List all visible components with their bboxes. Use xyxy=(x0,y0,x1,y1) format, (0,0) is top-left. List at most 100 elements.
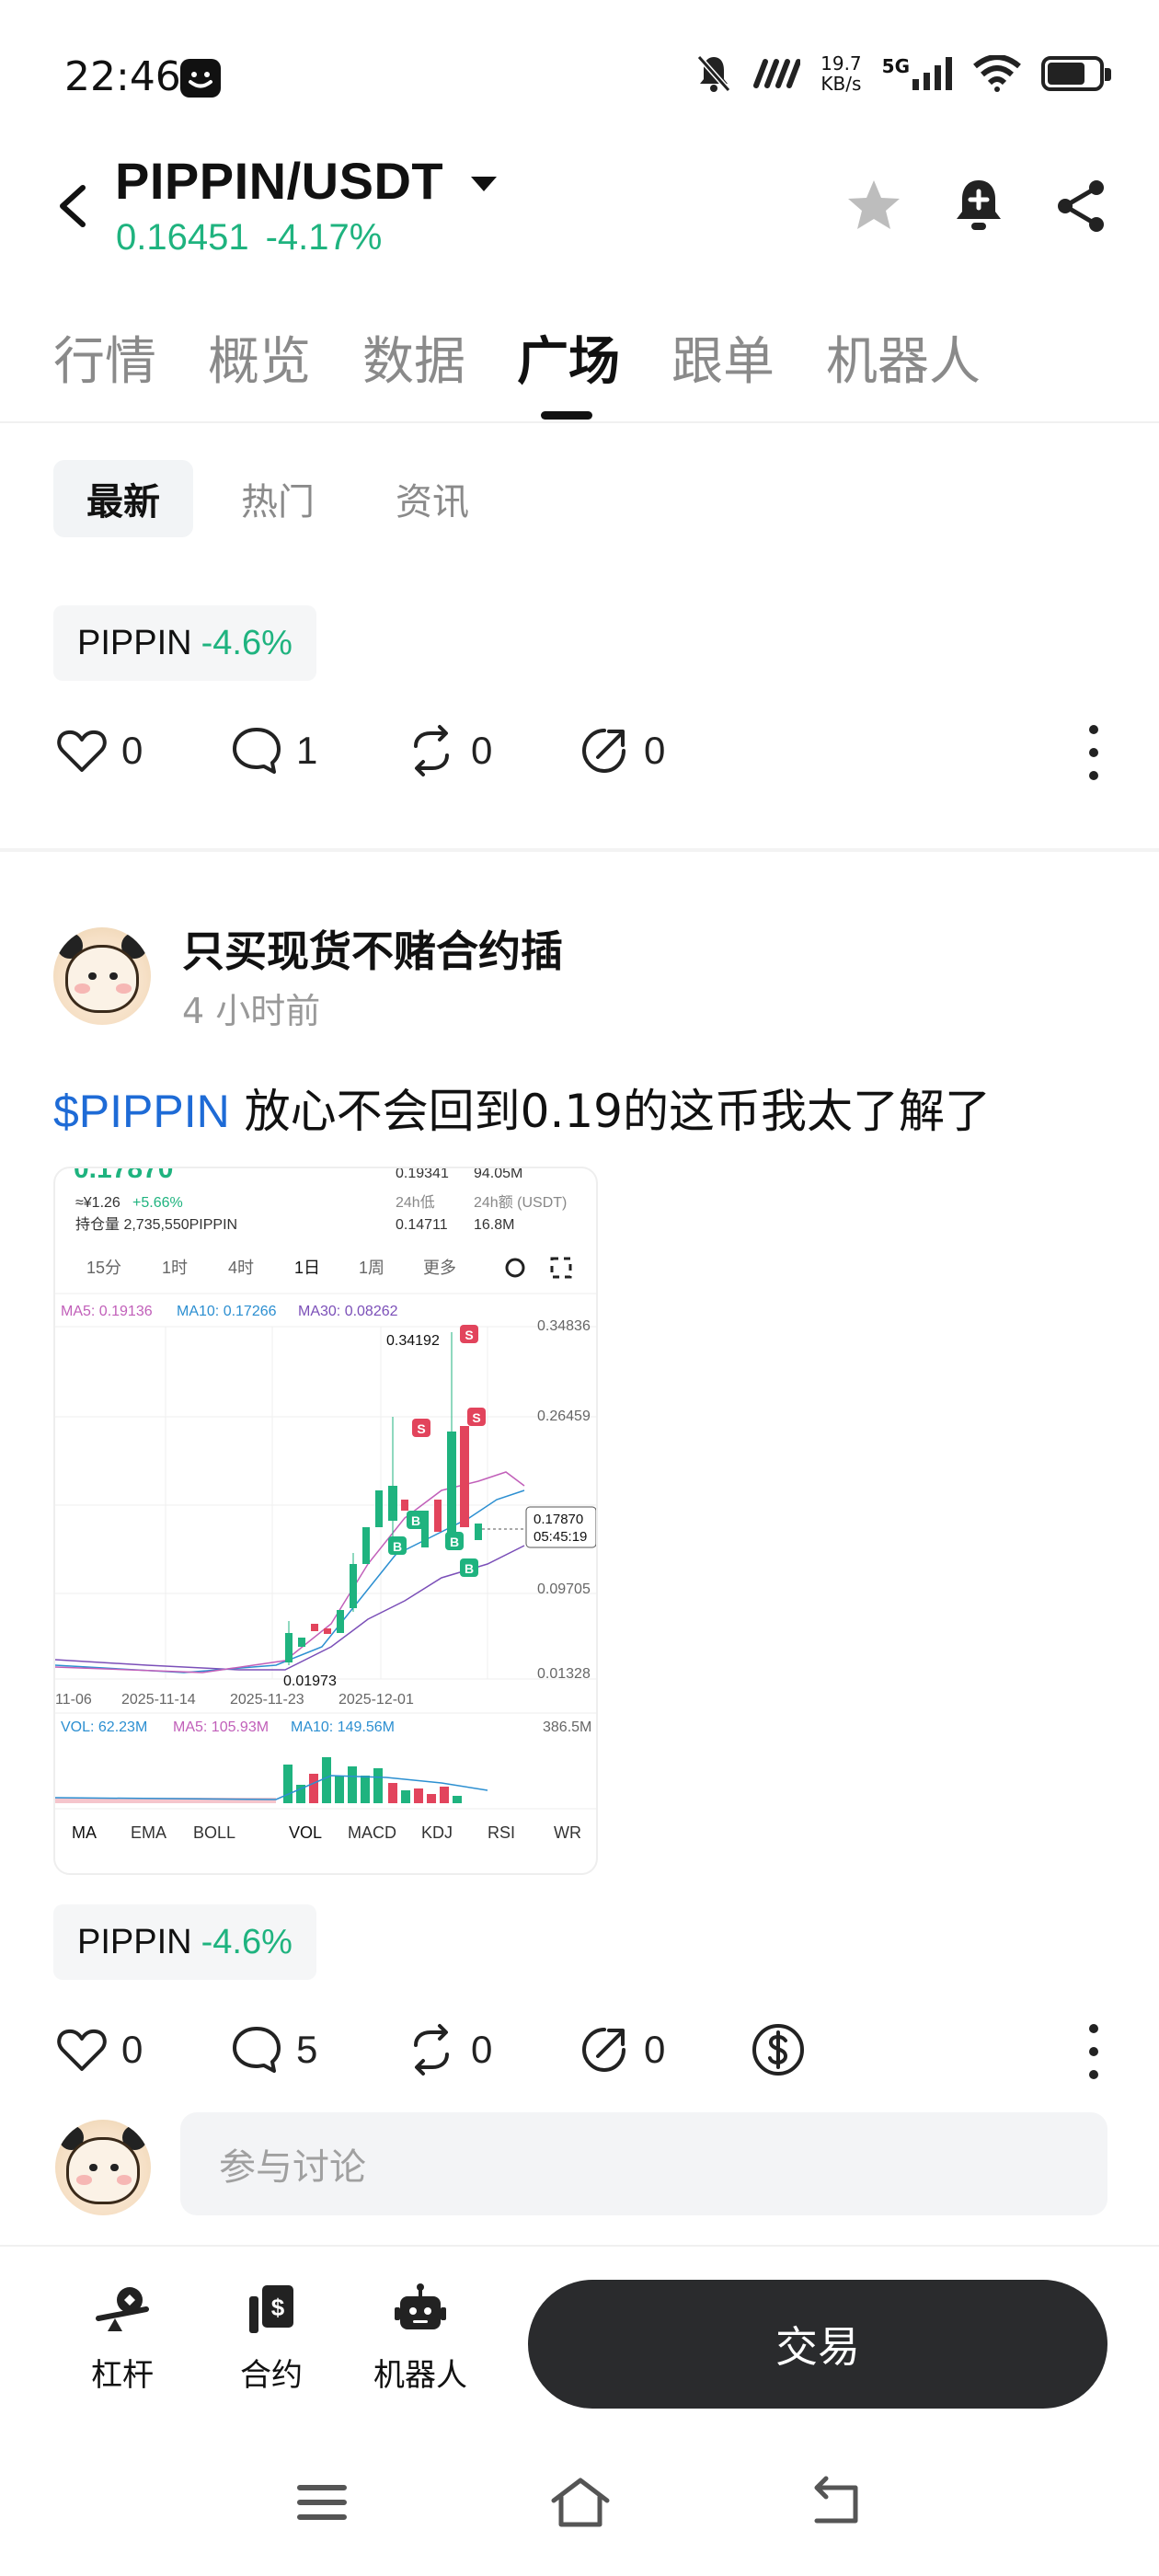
active-tab-indicator xyxy=(541,411,592,420)
comment-button[interactable]: 5 xyxy=(230,2023,317,2076)
repost-count: 0 xyxy=(471,729,493,772)
img-peak-label: 0.34192 xyxy=(386,1333,440,1349)
repost-button[interactable]: 0 xyxy=(405,2023,492,2076)
svg-text:S: S xyxy=(465,1328,473,1342)
price-line: 0.16451 -4.17% xyxy=(116,217,382,259)
svg-text:S: S xyxy=(472,1410,480,1425)
back-nav-icon[interactable] xyxy=(809,2475,865,2530)
svg-text:B: B xyxy=(465,1561,474,1576)
pair-dropdown-icon[interactable] xyxy=(471,177,497,191)
img-interval: 15分 xyxy=(86,1259,121,1277)
like-button[interactable]: 0 xyxy=(55,2023,143,2076)
svg-text:$: $ xyxy=(271,2294,285,2321)
img-low-val: 0.14711 xyxy=(396,1217,448,1233)
img-vol-max: 386.5M xyxy=(543,1719,591,1735)
price-alert-icon[interactable] xyxy=(949,177,1008,236)
coin-tag-link[interactable]: $PIPPIN xyxy=(53,1086,230,1137)
more-options-icon[interactable] xyxy=(1087,2024,1100,2079)
tab-copy-trading[interactable]: 跟单 xyxy=(671,320,775,395)
share-post-button[interactable]: 0 xyxy=(578,724,665,777)
back-arrow-icon[interactable] xyxy=(53,184,94,228)
coin-chip[interactable]: PIPPIN -4.6% xyxy=(53,605,316,681)
img-date: 2025-11-23 xyxy=(230,1692,304,1708)
share-count: 0 xyxy=(644,729,666,772)
nav-futures-label: 合约 xyxy=(240,2357,303,2394)
repost-button[interactable]: 0 xyxy=(405,724,492,777)
img-settings-icon xyxy=(505,1258,525,1278)
trade-button[interactable]: 交易 xyxy=(528,2280,1107,2409)
img-interval-row: 15分 1时 4时 1日 1周 更多 xyxy=(86,1257,572,1279)
nav-futures[interactable]: $ 合约 xyxy=(212,2282,331,2395)
share-icon[interactable] xyxy=(1052,177,1111,236)
img-amount-label: 24h额 (USDT) xyxy=(474,1194,567,1211)
robot-icon xyxy=(395,2283,446,2329)
subtab-news[interactable]: 资讯 xyxy=(362,460,502,537)
last-price: 0.16451 xyxy=(116,217,249,258)
coin-chip[interactable]: PIPPIN -4.6% xyxy=(53,1904,316,1980)
subtab-latest[interactable]: 最新 xyxy=(53,460,193,537)
repost-count: 0 xyxy=(471,2028,493,2071)
comment-icon xyxy=(233,2027,281,2073)
tab-overview[interactable]: 概览 xyxy=(208,320,311,395)
img-fullscreen-icon xyxy=(550,1257,572,1279)
img-indicator: MA xyxy=(72,1823,97,1842)
img-vol-val: 94.05M xyxy=(474,1168,522,1181)
menu-icon[interactable] xyxy=(294,2475,350,2530)
signal-icon: 5G xyxy=(882,55,953,90)
post-image[interactable]: 0.17870 0.19341 94.05M ≈¥1.26 +5.66% 持仓量… xyxy=(53,1167,598,1875)
avatar[interactable] xyxy=(53,927,151,1025)
svg-text:B: B xyxy=(393,1539,402,1554)
svg-text:B: B xyxy=(450,1535,459,1549)
like-count: 0 xyxy=(121,729,143,772)
chip-change: -4.6% xyxy=(201,623,293,662)
pair-title[interactable]: PIPPIN/USDT xyxy=(115,151,443,211)
img-interval: 1时 xyxy=(162,1259,188,1277)
img-indicator: WR xyxy=(554,1823,581,1842)
nav-leverage-label: 杠杆 xyxy=(91,2357,154,2394)
author-name[interactable]: 只买现货不赌合约插 xyxy=(182,918,563,979)
img-indicator: MACD xyxy=(348,1823,396,1842)
nav-leverage[interactable]: 杠杆 xyxy=(63,2282,182,2395)
img-vol: VOL: 62.23M xyxy=(61,1719,147,1735)
nav-bots-label: 机器人 xyxy=(373,2357,467,2394)
status-time: 22:46 xyxy=(64,53,181,100)
img-hi-val: 0.19341 xyxy=(396,1168,449,1181)
main-tabs: 行情 概览 数据 广场 跟单 机器人 xyxy=(53,320,1032,395)
home-icon[interactable] xyxy=(548,2475,613,2530)
img-indicator: BOLL xyxy=(193,1823,235,1842)
subtab-hot[interactable]: 热门 xyxy=(208,460,348,537)
share-arrow-icon xyxy=(581,729,625,774)
more-options-icon[interactable] xyxy=(1087,725,1100,780)
svg-text:B: B xyxy=(411,1513,420,1528)
img-indicator: RSI xyxy=(488,1823,515,1842)
net-speed: 19.7 KB/s xyxy=(820,52,862,95)
img-interval: 1周 xyxy=(359,1259,384,1277)
img-countdown: 05:45:19 xyxy=(534,1529,587,1545)
share-post-button[interactable]: 0 xyxy=(578,2023,665,2076)
tab-market[interactable]: 行情 xyxy=(53,320,156,395)
img-y-tick: 0.26459 xyxy=(537,1409,591,1424)
tab-square[interactable]: 广场 xyxy=(517,320,620,395)
svg-text:S: S xyxy=(417,1421,425,1436)
comment-input[interactable]: 参与讨论 xyxy=(180,2112,1107,2215)
share-count: 0 xyxy=(644,2028,666,2071)
tab-data[interactable]: 数据 xyxy=(362,320,465,395)
post-text: $PIPPIN 放心不会回到0.19的这币我太了解了 xyxy=(53,1075,991,1141)
comment-count: 1 xyxy=(296,729,318,772)
star-icon[interactable] xyxy=(844,177,903,236)
img-cny-price: ≈¥1.26 xyxy=(75,1195,120,1211)
repost-icon xyxy=(414,2024,449,2076)
nav-bots[interactable]: 机器人 xyxy=(361,2282,480,2395)
tab-bots[interactable]: 机器人 xyxy=(826,320,981,395)
comment-button[interactable]: 1 xyxy=(230,724,317,777)
like-button[interactable]: 0 xyxy=(55,724,143,777)
post-time: 4 小时前 xyxy=(182,991,321,1031)
chip-symbol: PIPPIN xyxy=(77,623,192,662)
chip-change: -4.6% xyxy=(201,1922,293,1961)
nfc-icon xyxy=(753,59,801,88)
img-ma5: MA5: 0.19136 xyxy=(61,1304,153,1319)
status-icons: 19.7 KB/s 5G xyxy=(695,52,1111,95)
tip-icon[interactable] xyxy=(751,2022,806,2077)
wifi-icon xyxy=(973,55,1021,92)
img-ma10: MA10: 0.17266 xyxy=(177,1304,277,1319)
